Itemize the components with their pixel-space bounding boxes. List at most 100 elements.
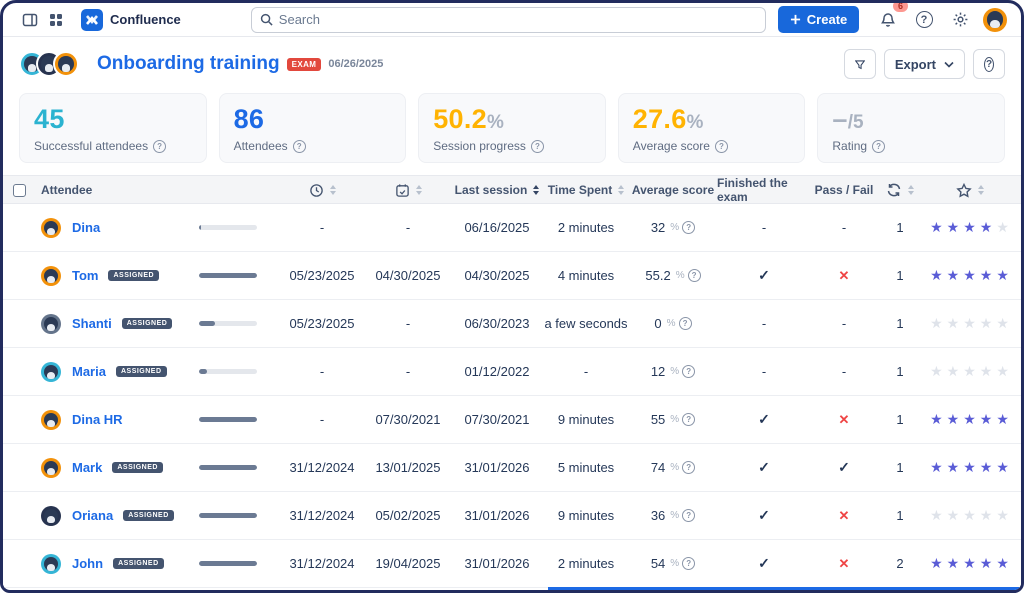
progress-cell <box>199 417 279 422</box>
column-header-deadline[interactable] <box>365 183 451 198</box>
help-icon[interactable]: ? <box>682 509 695 522</box>
star-icon: ★ <box>963 411 977 428</box>
help-icon[interactable]: ? <box>682 557 695 570</box>
attendee-name-link[interactable]: Maria <box>72 364 106 379</box>
column-header-last-session[interactable]: Last session <box>451 183 543 197</box>
help-icon[interactable]: ? <box>679 317 692 330</box>
attendee-avatar <box>41 266 61 286</box>
score-value: 36 <box>651 508 665 523</box>
table-row[interactable]: Dina--06/16/20252 minutes32%?--1★★★★★ <box>3 204 1021 252</box>
confluence-logo-icon[interactable] <box>81 9 103 31</box>
help-icon[interactable]: ? <box>531 140 544 153</box>
column-header-attendee[interactable]: Attendee <box>41 183 199 197</box>
star-icon: ★ <box>963 219 977 236</box>
retakes-cell: 1 <box>877 460 923 475</box>
table-row[interactable]: JohnASSIGNED31/12/202419/04/202531/01/20… <box>3 540 1021 588</box>
column-header-finished-exam[interactable]: Finished the exam <box>717 176 811 204</box>
exam-badge: EXAM <box>287 58 322 71</box>
attendee-name-link[interactable]: Tom <box>72 268 98 283</box>
star-icon: ★ <box>996 267 1010 284</box>
info-button[interactable]: ? <box>973 49 1005 79</box>
table-row[interactable]: TomASSIGNED05/23/202504/30/202504/30/202… <box>3 252 1021 300</box>
attendee-cell: ShantiASSIGNED <box>41 314 199 334</box>
table-row[interactable]: MarkASSIGNED31/12/202413/01/202531/01/20… <box>3 444 1021 492</box>
attendee-name-link[interactable]: John <box>72 556 103 571</box>
sort-icon[interactable] <box>533 185 539 195</box>
last-session-cell: 07/30/2021 <box>451 412 543 427</box>
attendee-cell: TomASSIGNED <box>41 266 199 286</box>
star-icon: ★ <box>947 459 961 476</box>
percent-sign: % <box>670 222 679 233</box>
pass-fail-cell: ✕ <box>811 556 877 572</box>
column-header-average-score[interactable]: Average score <box>629 183 717 197</box>
table-row[interactable]: MariaASSIGNED--01/12/2022-12%?--1★★★★★ <box>3 348 1021 396</box>
search-bar[interactable] <box>251 7 766 33</box>
rating-cell: ★★★★★ <box>923 411 1017 428</box>
column-header-time-spent[interactable]: Time Spent <box>543 183 629 197</box>
help-icon[interactable]: ? <box>715 140 728 153</box>
bell-icon <box>880 12 896 28</box>
attendee-name-link[interactable]: Shanti <box>72 316 112 331</box>
finished-check-icon: ✓ <box>758 555 770 572</box>
sidebar-toggle-icon[interactable] <box>17 7 43 33</box>
star-icon: ★ <box>963 555 977 572</box>
search-input[interactable] <box>279 12 757 27</box>
attendee-name-link[interactable]: Dina <box>72 220 100 235</box>
filter-button[interactable] <box>844 49 876 79</box>
attendee-cell: John ASSIGNED <box>41 554 199 574</box>
table-row[interactable]: ShantiASSIGNED05/23/2025-06/30/2023a few… <box>3 300 1021 348</box>
column-header-start-date[interactable] <box>279 183 365 198</box>
progress-bar <box>199 225 257 230</box>
user-avatar[interactable] <box>983 8 1007 32</box>
create-button[interactable]: Create <box>778 6 859 33</box>
sort-icon[interactable] <box>330 185 336 195</box>
finished-empty: - <box>762 316 766 331</box>
help-icon[interactable]: ? <box>688 269 701 282</box>
attendee-name-link[interactable]: Oriana <box>72 508 113 523</box>
attendee-cell: OrianaASSIGNED <box>41 506 199 526</box>
bottom-accent-line <box>548 587 1021 590</box>
help-icon[interactable]: ? <box>682 413 695 426</box>
table-row[interactable]: Dina HR-07/30/202107/30/20219 minutes55%… <box>3 396 1021 444</box>
filter-icon <box>855 58 865 71</box>
help-icon[interactable]: ? <box>682 221 695 234</box>
column-header-retakes[interactable] <box>877 183 923 197</box>
help-icon[interactable]: ? <box>153 140 166 153</box>
sort-icon[interactable] <box>908 185 914 195</box>
sort-icon[interactable] <box>978 185 984 195</box>
help-icon[interactable]: ? <box>682 461 695 474</box>
table-row[interactable]: OrianaASSIGNED31/12/202405/02/202531/01/… <box>3 492 1021 540</box>
attendee-name-link[interactable]: Dina HR <box>72 412 123 427</box>
finished-exam-cell: ✓ <box>717 267 811 284</box>
column-header-rating[interactable] <box>923 183 1017 198</box>
export-button[interactable]: Export <box>884 49 965 79</box>
stat-suffix: % <box>487 112 504 133</box>
star-icon: ★ <box>947 363 961 380</box>
app-switcher-icon[interactable] <box>43 7 69 33</box>
stat-suffix: % <box>687 112 704 133</box>
assigned-badge: ASSIGNED <box>113 558 164 569</box>
help-icon[interactable]: ? <box>293 140 306 153</box>
attendee-name-link[interactable]: Mark <box>72 460 102 475</box>
progress-cell <box>199 513 279 518</box>
sort-icon[interactable] <box>416 185 422 195</box>
help-icon[interactable]: ? <box>872 140 885 153</box>
sort-icon[interactable] <box>618 185 624 195</box>
finished-exam-cell: ✓ <box>717 507 811 524</box>
progress-cell <box>199 465 279 470</box>
settings-button[interactable] <box>947 7 973 33</box>
help-button[interactable]: ? <box>911 7 937 33</box>
help-icon[interactable]: ? <box>682 365 695 378</box>
pass-empty: - <box>842 364 846 379</box>
rating-cell: ★★★★★ <box>923 219 1017 236</box>
star-icon: ★ <box>980 555 994 572</box>
column-header-pass-fail[interactable]: Pass / Fail <box>811 183 877 197</box>
start-date-cell: - <box>279 364 365 379</box>
retakes-cell: 1 <box>877 364 923 379</box>
select-all-checkbox[interactable] <box>13 184 26 197</box>
notifications-button[interactable]: 6 <box>875 7 901 33</box>
star-icon: ★ <box>947 219 961 236</box>
finished-empty: - <box>762 364 766 379</box>
last-session-cell: 31/01/2026 <box>451 508 543 523</box>
star-icon: ★ <box>996 363 1010 380</box>
